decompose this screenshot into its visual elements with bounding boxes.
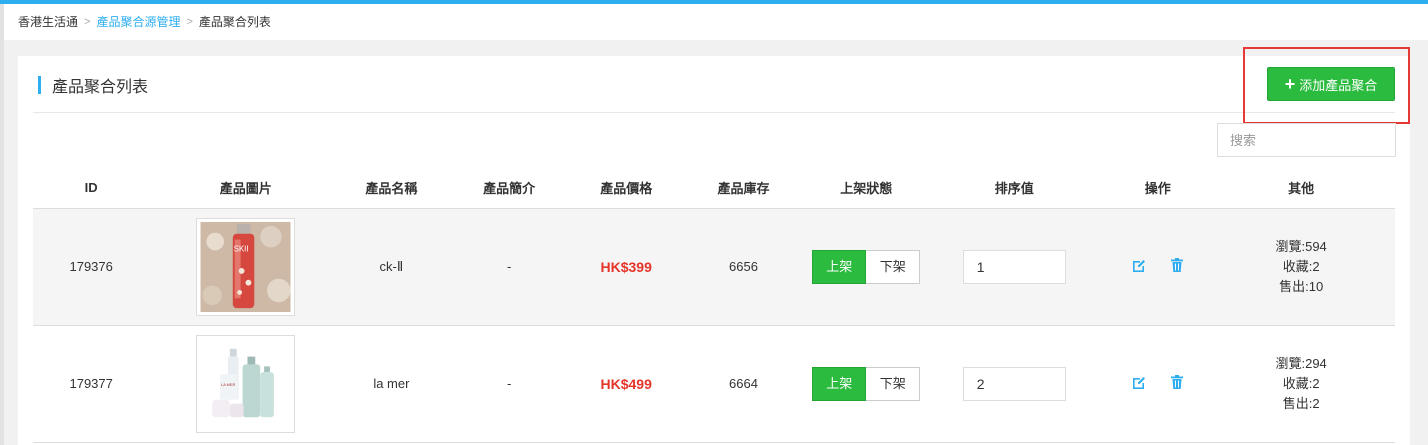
breadcrumb-separator-icon: >	[84, 16, 91, 28]
breadcrumb-parent[interactable]: 產品聚合源管理	[96, 5, 180, 39]
views-count: 瀏覽:594	[1275, 238, 1327, 254]
status-toggle: 上架 下架	[812, 366, 921, 401]
cell-id: 179376	[33, 208, 150, 326]
col-header-actions: 操作	[1108, 168, 1208, 209]
cell-price: HK$399	[577, 208, 675, 326]
cell-sort	[920, 325, 1109, 443]
breadcrumb-current: 產品聚合列表	[198, 15, 271, 29]
page-title: 產品聚合列表	[38, 75, 149, 96]
product-thumbnail[interactable]: SKII	[196, 217, 296, 316]
svg-text:LA MER: LA MER	[221, 381, 236, 386]
table-row: 179376 SKII ck-Ⅱ - HK$399 6656 上架 下架 1 瀏…	[33, 208, 1395, 326]
svg-text:SKII: SKII	[234, 244, 249, 253]
col-header-sort: 排序值	[920, 168, 1109, 209]
trash-icon[interactable]	[1169, 374, 1185, 390]
cell-price: HK$499	[577, 325, 675, 443]
sold-count: 售出:2	[1282, 395, 1320, 411]
col-header-stock: 產品庫存	[674, 168, 813, 209]
col-header-id: ID	[33, 168, 150, 209]
content-panel: 產品聚合列表 + 添加產品聚合 ID 產品圖片 產品名稱 產品簡介 產品價格 產…	[18, 47, 1410, 445]
status-on-button[interactable]: 上架	[812, 249, 867, 284]
status-off-button[interactable]: 下架	[866, 366, 921, 401]
page-title-text: 產品聚合列表	[52, 79, 149, 96]
plus-icon: +	[1284, 74, 1296, 94]
col-header-other: 其他	[1207, 168, 1395, 209]
cell-stock: 6664	[674, 325, 813, 443]
edit-icon[interactable]	[1131, 374, 1147, 390]
trash-icon[interactable]	[1169, 257, 1185, 273]
add-button-label: 添加產品聚合	[1299, 77, 1378, 93]
edit-icon[interactable]	[1131, 257, 1147, 273]
add-product-aggregate-button[interactable]: + 添加產品聚合	[1267, 67, 1395, 101]
col-header-name: 產品名稱	[342, 168, 441, 209]
lamer-set-image: LA MER	[200, 338, 291, 429]
col-header-status: 上架狀態	[812, 168, 921, 209]
col-header-price: 產品價格	[577, 168, 675, 209]
sort-value-input[interactable]	[962, 366, 1066, 401]
views-count: 瀏覽:294	[1275, 355, 1327, 371]
breadcrumb-home[interactable]: 香港生活通	[18, 5, 78, 39]
cell-name: ck-Ⅱ	[342, 208, 441, 326]
cell-name: la mer	[342, 325, 441, 443]
cell-other: 瀏覽:294 收藏:2 售出:2	[1207, 325, 1395, 443]
col-header-intro: 產品簡介	[440, 168, 578, 209]
favorites-count: 收藏:2	[1282, 258, 1320, 274]
title-divider	[33, 112, 1395, 113]
left-edge	[0, 4, 4, 445]
cell-id: 179377	[33, 325, 150, 443]
favorites-count: 收藏:2	[1282, 375, 1320, 391]
cell-status: 上架 下架	[812, 325, 921, 443]
breadcrumb: 香港生活通 > 產品聚合源管理 > 產品聚合列表	[4, 4, 1428, 40]
sort-value-input[interactable]	[962, 249, 1066, 284]
status-toggle: 上架 下架	[812, 249, 921, 284]
status-on-button[interactable]: 上架	[812, 366, 867, 401]
cell-sort	[920, 208, 1109, 326]
product-thumbnail[interactable]: LA MER	[196, 334, 296, 433]
breadcrumb-separator-icon: >	[186, 16, 193, 28]
cell-status: 上架 下架	[812, 208, 921, 326]
title-accent-bar	[38, 76, 41, 94]
search-input[interactable]	[1217, 123, 1396, 157]
table-row: 179377 LA MER la mer - HK$499 6664 上架 下架…	[33, 325, 1395, 443]
cell-intro: -	[440, 208, 578, 326]
table-header-row: ID 產品圖片 產品名稱 產品簡介 產品價格 產品庫存 上架狀態 排序值 操作 …	[33, 168, 1395, 209]
cell-actions	[1108, 325, 1208, 443]
skii-bottle-image: SKII	[200, 221, 291, 312]
cell-other: 瀏覽:594 收藏:2 售出:10	[1207, 208, 1395, 326]
status-off-button[interactable]: 下架	[866, 249, 921, 284]
product-table: ID 產品圖片 產品名稱 產品簡介 產品價格 產品庫存 上架狀態 排序值 操作 …	[33, 168, 1395, 443]
cell-actions	[1108, 208, 1208, 326]
cell-intro: -	[440, 325, 578, 443]
col-header-image: 產品圖片	[149, 168, 343, 209]
cell-stock: 6656	[674, 208, 813, 326]
cell-image: SKII	[149, 208, 343, 326]
cell-image: LA MER	[149, 325, 343, 443]
sold-count: 售出:10	[1279, 278, 1324, 294]
